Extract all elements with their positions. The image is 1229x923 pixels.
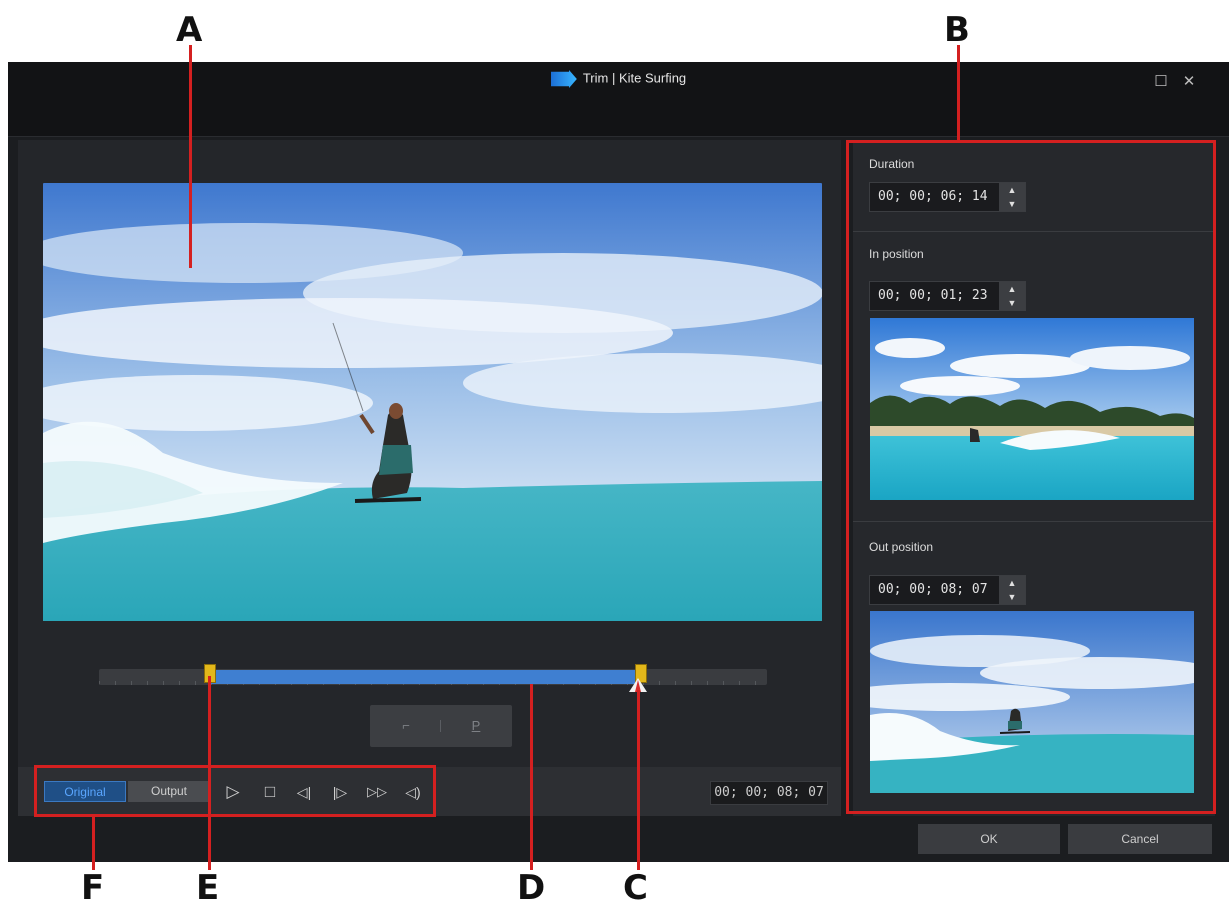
in-position-frame [870,318,1194,500]
out-position-frame [870,611,1194,793]
duration-label: Duration [869,157,915,171]
out-position-field[interactable]: 00; 00; 08; 07 ▲ ▼ [869,575,1026,605]
spin-down-icon[interactable]: ▼ [999,590,1025,604]
callout-a-leader [189,45,192,268]
ok-button[interactable]: OK [918,824,1060,854]
callout-e-leader [208,676,211,870]
in-position-thumbnail [870,318,1194,500]
mark-separator [440,720,441,732]
spin-up-icon[interactable]: ▲ [999,282,1025,296]
duration-value: 00; 00; 06; 14 [878,189,988,204]
spin-up-icon[interactable]: ▲ [999,183,1025,197]
spin-down-icon[interactable]: ▼ [999,296,1025,310]
callout-f-leader [92,816,95,870]
mark-buttons: ⌐ P [370,705,512,747]
out-position-spinner[interactable]: ▲ ▼ [999,576,1025,604]
spin-up-icon[interactable]: ▲ [999,576,1025,590]
duration-spinner[interactable]: ▲ ▼ [999,183,1025,211]
mark-out-button[interactable]: P [456,714,496,738]
in-position-value: 00; 00; 01; 23 [878,288,988,303]
in-position-field[interactable]: 00; 00; 01; 23 ▲ ▼ [869,281,1026,311]
video-preview[interactable] [43,183,822,621]
tab-output[interactable]: Output [128,781,210,802]
volume-icon[interactable]: ◁) [401,780,425,804]
selected-trim-range [209,670,641,684]
callout-d-leader [530,684,533,870]
fast-forward-icon[interactable]: ▷▷ [362,780,392,804]
callout-a: A [176,10,203,50]
callout-b-leader [957,45,960,141]
in-position-label: In position [869,247,924,261]
out-position-thumbnail [870,611,1194,793]
next-frame-icon[interactable]: |▷ [328,780,352,804]
stop-icon[interactable]: □ [258,780,282,804]
in-position-spinner[interactable]: ▲ ▼ [999,282,1025,310]
duration-field[interactable]: 00; 00; 06; 14 ▲ ▼ [869,182,1026,212]
trim-timeline[interactable] [99,664,767,692]
app-icon [550,70,577,88]
spin-down-icon[interactable]: ▼ [999,197,1025,211]
maximize-icon[interactable]: ☐ [1153,74,1169,90]
dialog-footer: OK Cancel [8,816,1229,862]
callout-b: B [944,10,970,50]
close-icon[interactable]: ✕ [1181,74,1197,90]
preview-frame [43,183,822,621]
callout-e: E [196,868,220,908]
tab-original[interactable]: Original [44,781,126,802]
playback-controls: Original Output ▷ □ ◁| |▷ ▷▷ ◁) 00; 00; … [18,767,841,816]
previous-frame-icon[interactable]: ◁| [292,780,316,804]
callout-c: C [623,868,648,908]
callout-d: D [517,868,546,908]
cancel-button[interactable]: Cancel [1068,824,1212,854]
callout-c-leader [637,690,640,870]
mark-in-button[interactable]: ⌐ [386,714,426,738]
preview-pane: ⌐ P Original Output ▷ □ ◁| |▷ ▷▷ ◁) 00; … [18,140,841,816]
current-timecode: 00; 00; 08; 07 [710,781,828,805]
divider [853,231,1215,232]
out-position-label: Out position [869,540,934,554]
divider [853,521,1215,522]
trim-settings-pane: Duration 00; 00; 06; 14 ▲ ▼ In position 0… [853,140,1215,816]
out-position-value: 00; 00; 08; 07 [878,582,988,597]
play-icon[interactable]: ▷ [221,780,245,804]
callout-f: F [81,868,105,908]
